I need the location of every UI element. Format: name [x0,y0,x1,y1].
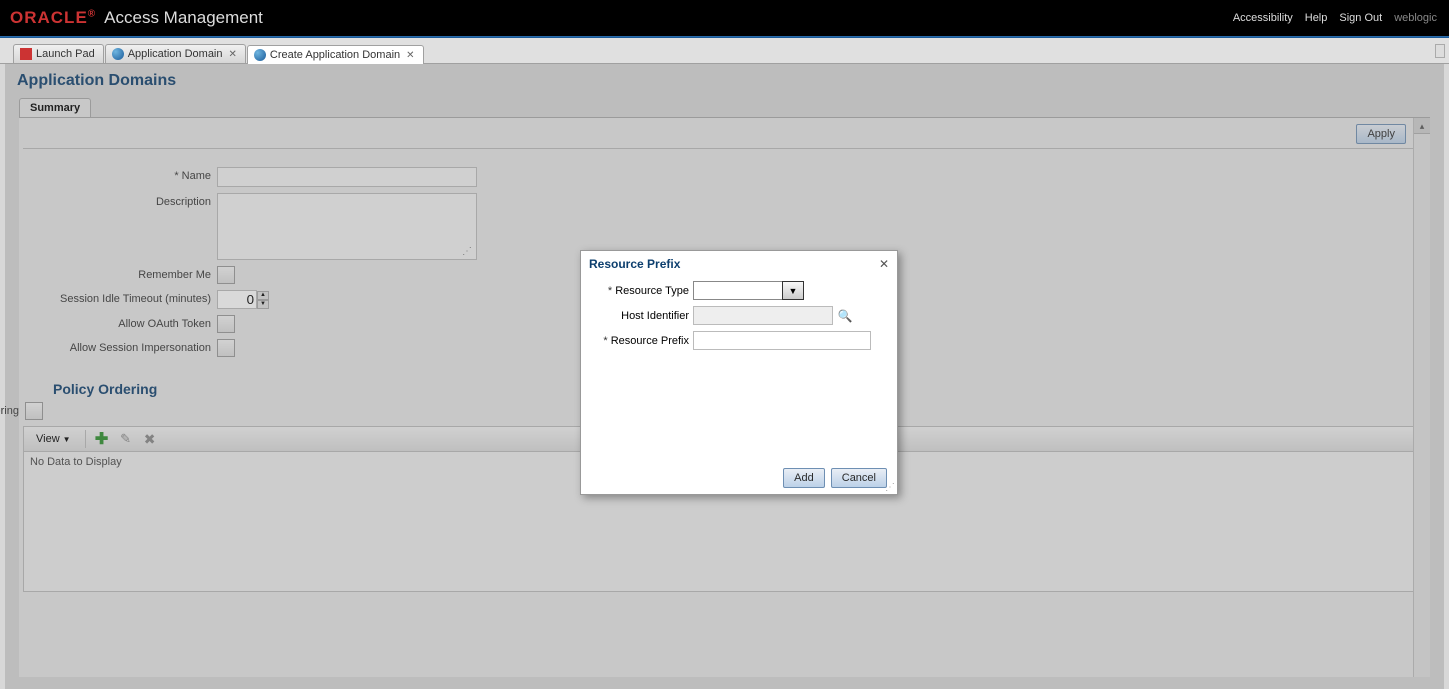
resource-prefix-label: * Resource Prefix [593,335,693,347]
oracle-trademark: ® [88,8,96,19]
oracle-logo-text: ORACLE [10,8,88,27]
tab-bar: Launch Pad Application Domain ✕ Create A… [0,38,1449,64]
resource-prefix-input[interactable] [693,331,871,350]
edit-row-button[interactable]: ✎ [118,431,134,447]
session-idle-label: Session Idle Timeout (minutes) [49,290,217,305]
close-icon[interactable]: ✕ [229,49,237,60]
tab-application-domain[interactable]: Application Domain ✕ [105,44,246,63]
tab-label: Create Application Domain [270,49,400,61]
close-icon[interactable]: ✕ [879,257,889,271]
header-links: Accessibility Help Sign Out weblogic [1233,0,1437,36]
description-wrap: ⋰ [217,193,477,260]
delete-icon: ✖ [144,431,156,448]
app-header: ORACLE® Access Management Accessibility … [0,0,1449,36]
signout-link[interactable]: Sign Out [1339,12,1382,24]
session-idle-spinner: ▲ ▼ [217,290,269,309]
help-link[interactable]: Help [1305,12,1328,24]
dialog-footer: Add Cancel ⋰ [581,462,897,494]
pencil-icon: ✎ [120,431,131,447]
toolbar-separator [85,430,86,448]
tab-label: Application Domain [128,48,223,60]
description-input[interactable] [218,194,476,256]
add-button[interactable]: Add [783,468,825,488]
enable-policy-ordering-checkbox[interactable] [25,402,43,420]
dialog-body: * Resource Type ▼ Host Identifier 🔍 * Re… [581,275,897,462]
host-identifier-label: Host Identifier [593,310,693,322]
spinner-buttons: ▲ ▼ [257,291,269,309]
resource-type-label: * Resource Type [593,285,693,297]
name-input[interactable] [217,167,477,187]
page-title: Application Domains [5,64,1444,98]
host-identifier-input[interactable] [693,306,833,325]
dropdown-arrow-icon[interactable]: ▼ [782,281,804,300]
spinner-down-icon[interactable]: ▼ [257,300,269,309]
tab-create-application-domain[interactable]: Create Application Domain ✕ [247,45,424,64]
launch-pad-icon [20,48,32,60]
view-menu-label: View [36,433,60,445]
globe-icon [112,48,124,60]
resource-prefix-label-text: Resource Prefix [611,335,689,347]
row-name: * Name [49,167,1400,187]
tab-summary[interactable]: Summary [19,98,91,117]
apply-row: Apply [23,118,1426,149]
tab-launch-pad[interactable]: Launch Pad [13,44,104,63]
oracle-logo: ORACLE® [10,8,96,28]
globe-icon [254,49,266,61]
apply-button[interactable]: Apply [1356,124,1406,144]
session-idle-input[interactable] [217,290,257,309]
remember-me-checkbox[interactable] [217,266,235,284]
remember-me-label: Remember Me [49,266,217,281]
allow-impersonation-checkbox[interactable] [217,339,235,357]
chevron-down-icon: ▼ [63,435,71,444]
no-data-message: No Data to Display [30,456,122,468]
row-resource-prefix: * Resource Prefix [593,331,885,350]
cancel-button[interactable]: Cancel [831,468,887,488]
name-label: * Name [49,167,217,182]
vertical-scrollbar[interactable]: ▴ [1413,118,1430,677]
enable-policy-ordering-label: Enable Policy Ordering [0,402,25,417]
tab-label: Launch Pad [36,48,95,60]
resource-type-select[interactable] [693,281,783,300]
app-title: Access Management [104,8,263,28]
resource-type-label-text: Resource Type [615,285,689,297]
spinner-up-icon[interactable]: ▲ [257,291,269,300]
name-label-text: Name [182,170,211,182]
current-user: weblogic [1394,12,1437,24]
description-label: Description [49,193,217,208]
search-icon[interactable]: 🔍 [837,308,853,324]
dialog-title: Resource Prefix [589,257,680,271]
scroll-up-icon[interactable]: ▴ [1414,118,1430,134]
row-host-identifier: Host Identifier 🔍 [593,306,885,325]
tab-overflow-arrow[interactable] [1435,44,1445,58]
allow-oauth-checkbox[interactable] [217,315,235,333]
accessibility-link[interactable]: Accessibility [1233,12,1293,24]
resource-prefix-dialog: Resource Prefix ✕ * Resource Type ▼ Host… [580,250,898,495]
allow-impersonation-label: Allow Session Impersonation [49,339,217,354]
row-resource-type: * Resource Type ▼ [593,281,885,300]
summary-tab-wrap: Summary [19,98,1444,117]
view-menu[interactable]: View ▼ [30,430,77,448]
delete-row-button[interactable]: ✖ [142,431,158,447]
add-row-button[interactable]: ✚ [94,431,110,447]
plus-icon: ✚ [95,429,108,449]
dialog-header: Resource Prefix ✕ [581,251,897,275]
close-icon[interactable]: ✕ [406,50,414,61]
allow-oauth-label: Allow OAuth Token [49,315,217,330]
